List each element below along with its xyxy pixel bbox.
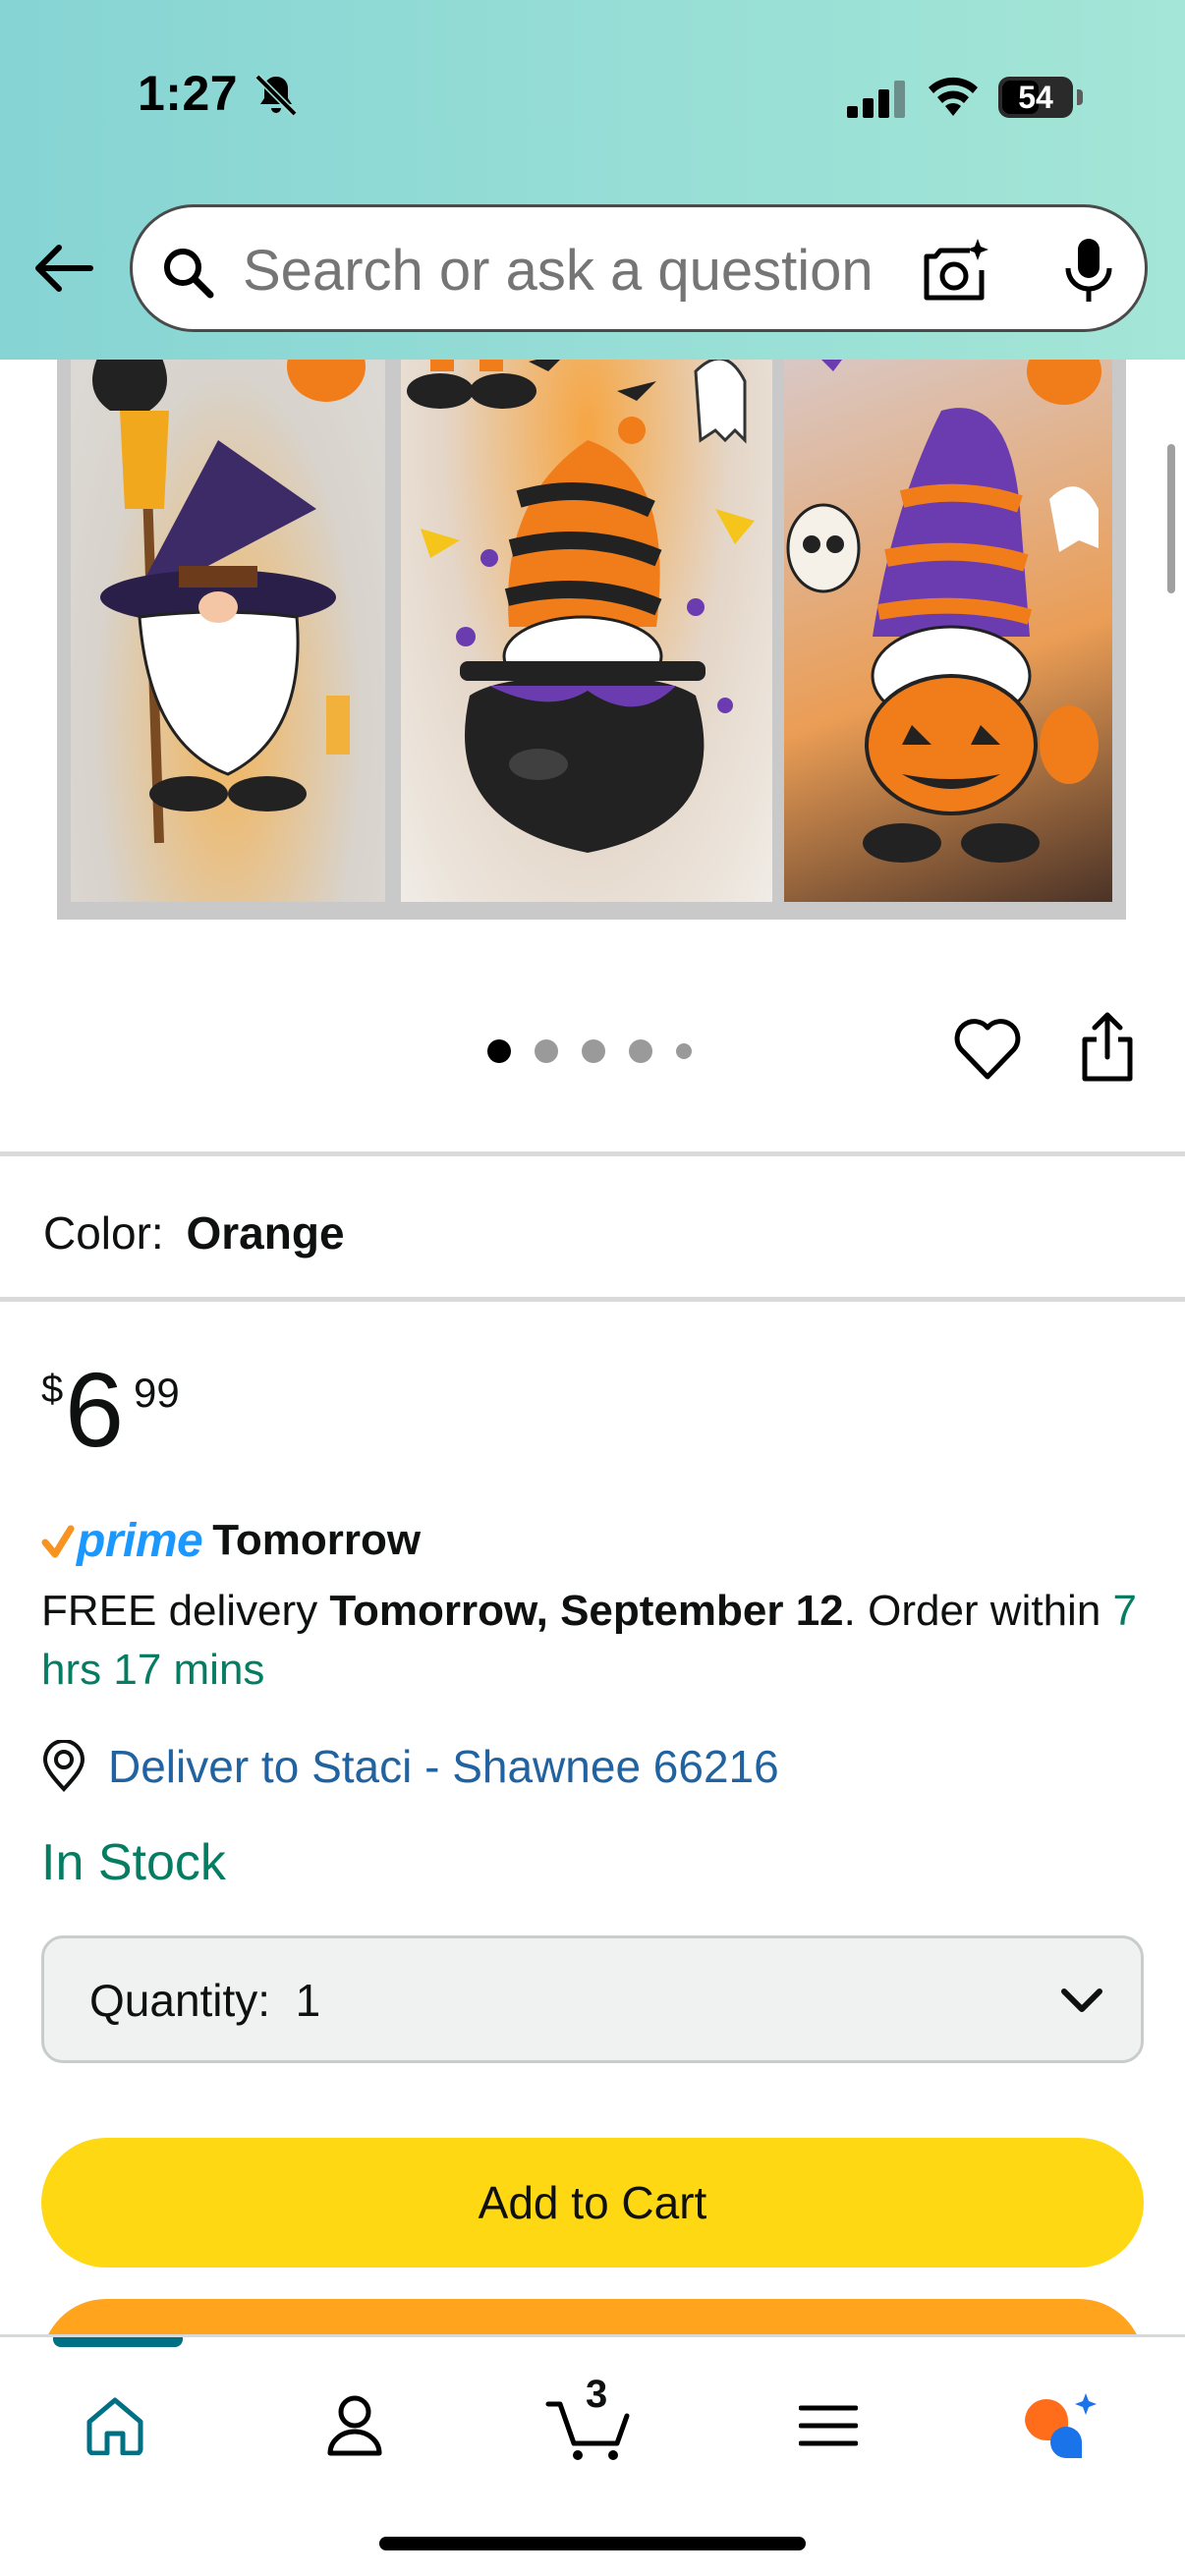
- delivery-order-within: . Order within: [843, 1587, 1113, 1635]
- delivery-info: FREE delivery Tomorrow, September 12. Or…: [41, 1582, 1142, 1700]
- account-icon: [327, 2395, 382, 2456]
- signal-icon: [847, 81, 905, 118]
- cart-count: 3: [586, 2373, 608, 2416]
- scroll-indicator[interactable]: [1167, 444, 1175, 593]
- battery-indicator: 54: [998, 77, 1083, 118]
- share-icon[interactable]: [1077, 1012, 1138, 1083]
- nav-menu[interactable]: [774, 2377, 882, 2475]
- price-currency: $: [41, 1368, 64, 1411]
- nav-active-indicator: [53, 2337, 183, 2347]
- wifi-icon: [929, 77, 978, 116]
- product-page: 1:27 54 Search or ask a question Color: …: [0, 0, 1185, 2576]
- prime-delivery-day: Tomorrow: [212, 1516, 422, 1564]
- product-image-panel-3: [784, 312, 1112, 902]
- carousel-dot[interactable]: [629, 1039, 652, 1063]
- home-icon: [86, 2397, 143, 2455]
- carousel-dot[interactable]: [535, 1039, 558, 1063]
- section-divider: [0, 1297, 1185, 1302]
- product-image-panel-2: [401, 312, 772, 902]
- stock-status: In Stock: [41, 1834, 226, 1891]
- carousel-dot[interactable]: [582, 1039, 605, 1063]
- pumpkin-gnome-illustration: [786, 322, 1101, 863]
- bell-off-icon: [254, 74, 298, 117]
- quantity-select[interactable]: Quantity: 1: [41, 1935, 1144, 2063]
- carousel-dot[interactable]: [676, 1043, 692, 1059]
- microphone-icon[interactable]: [1056, 237, 1121, 306]
- nav-cart[interactable]: 3: [535, 2373, 643, 2475]
- quantity-value: 1: [295, 1975, 321, 2026]
- status-bar: 1:27 54: [0, 0, 1185, 196]
- price-whole: 6: [65, 1350, 125, 1469]
- delivery-prefix: FREE delivery: [41, 1587, 330, 1635]
- color-value: Orange: [186, 1207, 345, 1259]
- heart-icon[interactable]: [953, 1018, 1022, 1081]
- add-to-cart-button[interactable]: Add to Cart: [41, 2138, 1144, 2268]
- camera-lens-icon[interactable]: [921, 237, 989, 306]
- carousel-dots[interactable]: [487, 1039, 692, 1063]
- product-image-panel-1: [71, 312, 385, 902]
- header: 1:27 54: [0, 0, 1185, 360]
- back-arrow-icon: [35, 245, 93, 292]
- wizard-gnome-illustration: [92, 331, 366, 844]
- cauldron-gnome-illustration: [407, 312, 755, 853]
- location-pin-icon: [42, 1740, 85, 1792]
- nav-rufus[interactable]: [1006, 2377, 1114, 2475]
- product-image[interactable]: [57, 295, 1126, 920]
- nav-account[interactable]: [301, 2377, 409, 2475]
- prime-check-icon: [41, 1525, 75, 1558]
- nav-home[interactable]: [61, 2377, 169, 2475]
- home-indicator[interactable]: [379, 2537, 806, 2550]
- search-icon: [164, 249, 214, 299]
- delivery-date: Tomorrow, September 12: [329, 1587, 844, 1635]
- status-time: 1:27: [138, 66, 239, 121]
- price-fraction: 99: [134, 1370, 180, 1416]
- chevron-down-icon: [1061, 1988, 1102, 2012]
- back-button[interactable]: [29, 234, 98, 303]
- prime-badge: prime Tomorrow: [41, 1511, 421, 1570]
- color-selector[interactable]: Color: Orange: [43, 1206, 345, 1260]
- battery-level: 54: [1018, 80, 1053, 115]
- deliver-to-location[interactable]: Deliver to Staci - Shawnee 66216: [41, 1735, 779, 1798]
- location-link[interactable]: Deliver to Staci - Shawnee 66216: [108, 1740, 779, 1793]
- section-divider: [0, 1151, 1185, 1156]
- search-bar[interactable]: [130, 204, 1148, 332]
- color-label: Color:: [43, 1207, 164, 1259]
- carousel-dot[interactable]: [487, 1039, 511, 1063]
- prime-logo-text: prime: [77, 1514, 203, 1567]
- menu-icon: [799, 2405, 858, 2446]
- rufus-icon: [1025, 2393, 1097, 2458]
- quantity-label: Quantity: 1: [89, 1975, 321, 2026]
